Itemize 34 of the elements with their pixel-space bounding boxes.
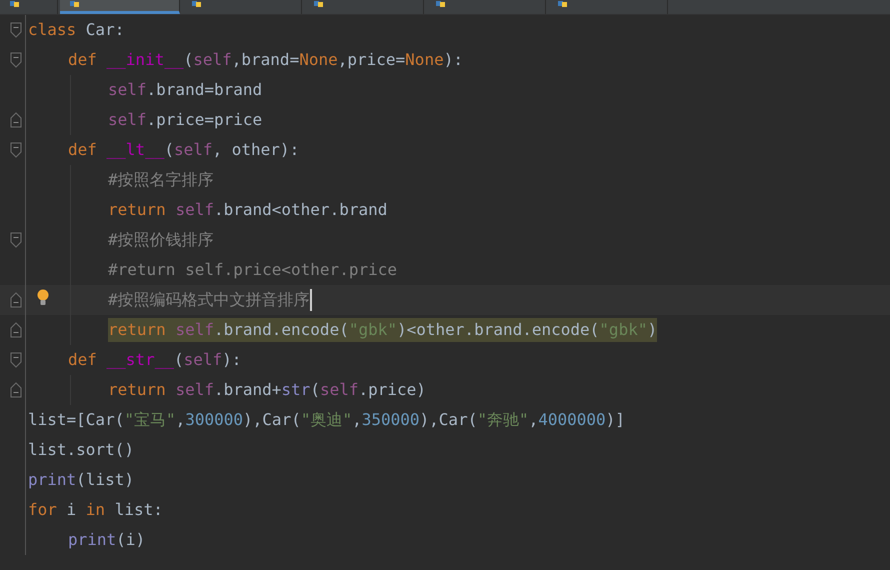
fold-marker-icon[interactable] [10,52,22,68]
fold-marker-icon[interactable] [10,382,22,398]
code-line: #return self.price<other.price [108,259,397,281]
code-line: class Car: [28,19,124,41]
fold-marker-icon[interactable] [10,352,22,368]
lightbulb-icon[interactable] [37,289,49,307]
code-line: return self.brand<other.brand [108,199,388,221]
fold-marker-icon[interactable] [10,232,22,248]
code-line: list.sort() [28,439,134,461]
fold-marker-icon[interactable] [10,142,22,158]
code-line: for i in list: [28,499,163,521]
fold-marker-icon[interactable] [10,292,22,308]
python-file-icon [558,1,568,7]
code-line: list=[Car("宝马",300000),Car("奥迪",350000),Car("奔驰",4000000)] [28,409,625,431]
fold-marker-icon[interactable] [10,22,22,38]
python-file-icon [436,1,446,7]
code-line: def __str__(self): [68,349,242,371]
fold-marker-icon[interactable] [10,112,22,128]
python-file-icon [314,1,324,7]
code-line: print(i) [68,529,146,551]
python-file-icon [192,1,202,7]
code-line: self.price=price [108,109,262,131]
code-line: self.brand=brand [108,79,262,101]
code-line: def __init__(self,brand=None,price=None): [68,49,463,71]
code-line: #按照名字排序 [108,169,214,191]
code-line: print(list) [28,469,134,491]
text-caret [310,289,312,311]
code-line: def __lt__(self, other): [68,139,300,161]
code-line: #按照价钱排序 [108,229,214,251]
fold-marker-icon[interactable] [10,322,22,338]
python-file-icon [10,1,20,7]
code-line: return self.brand+str(self.price) [108,379,426,401]
python-file-icon [70,1,80,7]
code-line: #按照编码格式中文拼音排序 [108,289,310,311]
